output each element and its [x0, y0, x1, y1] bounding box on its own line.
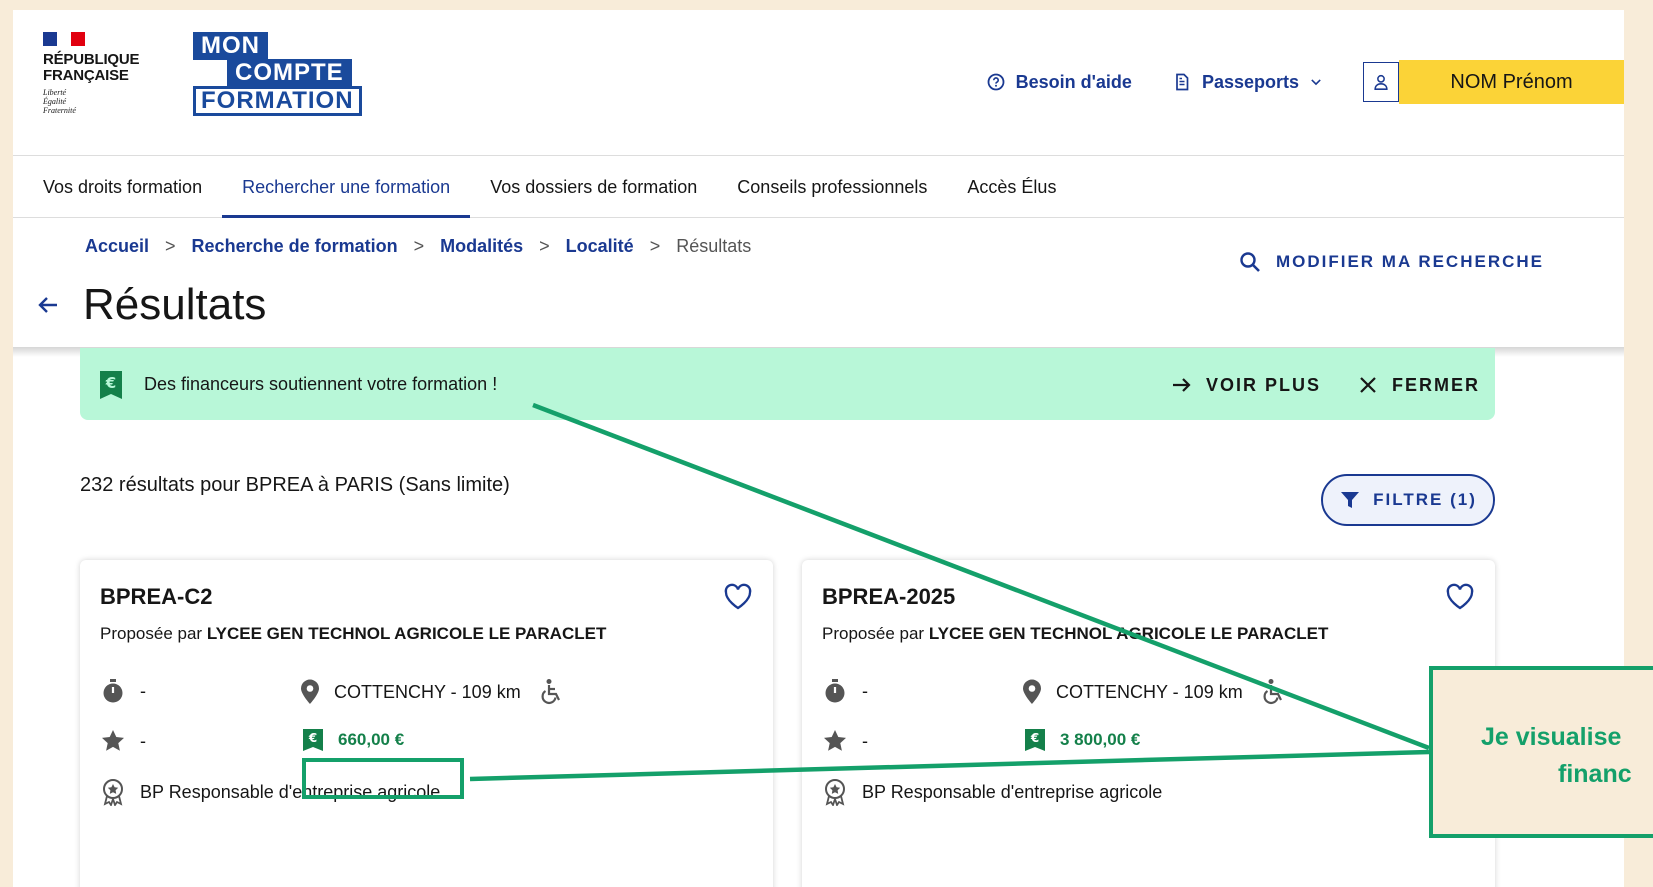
nav-rechercher-formation[interactable]: Rechercher une formation [222, 156, 471, 218]
filter-icon [1341, 492, 1360, 508]
card-title[interactable]: BPREA-C2 [100, 584, 212, 610]
certificate-icon [103, 779, 123, 806]
euro-badge-icon: € [303, 729, 323, 751]
stopwatch-icon [103, 679, 123, 703]
breadcrumb: Accueil > Recherche de formation > Modal… [85, 236, 751, 257]
help-icon [987, 73, 1005, 91]
heart-icon[interactable] [723, 582, 753, 612]
chevron-right-icon: > [649, 236, 661, 256]
nav-conseils[interactable]: Conseils professionnels [717, 156, 947, 217]
card-location: COTTENCHY - 109 km [298, 678, 563, 706]
fermer-button[interactable]: FERMER [1356, 373, 1480, 397]
nav-vos-dossiers[interactable]: Vos dossiers de formation [470, 156, 717, 217]
card-provider: Proposée par LYCEE GEN TECHNOL AGRICOLE … [100, 624, 607, 643]
breadcrumb-accueil[interactable]: Accueil [85, 236, 149, 257]
card-price: € 660,00 € [302, 728, 404, 752]
star-icon [102, 730, 124, 751]
close-icon [1360, 377, 1376, 393]
breadcrumb-resultats: Résultats [676, 236, 752, 256]
chevron-right-icon: > [539, 236, 550, 256]
help-link[interactable]: Besoin d'aide [986, 72, 1132, 93]
document-icon [1176, 73, 1189, 91]
funding-banner: € Des financeurs soutiennent votre forma… [80, 348, 1495, 420]
main-nav: Vos droits formation Rechercher une form… [13, 156, 1624, 218]
nav-vos-droits[interactable]: Vos droits formation [23, 156, 222, 217]
certificate-icon [825, 779, 845, 806]
price-highlight-box [302, 758, 464, 799]
card-location: COTTENCHY - 109 km [1020, 678, 1285, 706]
mon-compte-formation-logo[interactable]: MON COMPTE FORMATION [193, 32, 368, 120]
breadcrumb-localite[interactable]: Localité [566, 236, 634, 257]
banner-text: Des financeurs soutiennent votre formati… [144, 374, 498, 394]
svg-text:€: € [308, 731, 317, 745]
header-links: Besoin d'aide Passeports NOM Prénom [986, 60, 1624, 104]
formation-card[interactable]: BPREA-C2 Proposée par LYCEE GEN TECHNOL … [80, 560, 773, 887]
breadcrumb-recherche[interactable]: Recherche de formation [192, 236, 398, 257]
card-price: € 3 800,00 € [1024, 728, 1140, 752]
card-duration: - [822, 678, 868, 704]
filter-button[interactable]: FILTRE (1) [1321, 474, 1495, 526]
annotation-callout: Je visualise financ [1429, 666, 1653, 838]
passports-menu[interactable]: Passeports [1172, 72, 1323, 93]
modify-search-button[interactable]: MODIFIER MA RECHERCHE [1238, 250, 1544, 274]
arrow-right-icon [1173, 378, 1191, 392]
card-rating: - [822, 728, 868, 754]
chevron-down-icon [1311, 79, 1321, 86]
site-header: RÉPUBLIQUE FRANÇAISE Liberté Égalité Fra… [13, 10, 1624, 156]
annotation-text-1: Je visualise [1481, 723, 1622, 751]
motto: Liberté Égalité Fraternité [43, 88, 76, 115]
republique-name: RÉPUBLIQUE FRANÇAISE [43, 51, 140, 84]
annotation-text-2: financ [1558, 760, 1632, 788]
card-duration: - [100, 678, 146, 704]
formation-card[interactable]: BPREA-2025 Proposée par LYCEE GEN TECHNO… [802, 560, 1495, 887]
card-certification: BP Responsable d'entreprise agricole [822, 778, 1162, 806]
svg-text:€: € [1030, 731, 1039, 745]
chevron-right-icon: > [165, 236, 176, 256]
browser-page: RÉPUBLIQUE FRANÇAISE Liberté Égalité Fra… [13, 10, 1624, 887]
location-pin-icon [301, 679, 319, 704]
card-rating: - [100, 728, 146, 754]
user-icon [1374, 74, 1388, 90]
stopwatch-icon [825, 679, 845, 703]
arrow-left-icon[interactable] [33, 290, 63, 320]
user-name-label[interactable]: NOM Prénom [1399, 60, 1624, 104]
wheelchair-icon [541, 679, 560, 704]
euro-badge-icon: € [1025, 729, 1045, 751]
euro-badge-icon: € [100, 371, 122, 399]
breadcrumb-modalites[interactable]: Modalités [440, 236, 523, 257]
wheelchair-icon [1263, 679, 1282, 704]
nav-acces-elus[interactable]: Accès Élus [947, 156, 1076, 217]
title-row: Résultats [33, 280, 266, 330]
french-flag-icon [43, 32, 85, 46]
search-icon [1240, 252, 1260, 272]
card-provider: Proposée par LYCEE GEN TECHNOL AGRICOLE … [822, 624, 1329, 643]
location-pin-icon [1023, 679, 1041, 704]
account-button[interactable] [1363, 62, 1399, 102]
results-count: 232 résultats pour BPREA à PARIS (Sans l… [80, 474, 510, 496]
page-title: Résultats [83, 280, 267, 329]
svg-text:€: € [105, 374, 116, 392]
heart-icon[interactable] [1445, 582, 1475, 612]
card-title[interactable]: BPREA-2025 [822, 584, 955, 610]
star-icon [824, 730, 846, 751]
republique-francaise-logo: RÉPUBLIQUE FRANÇAISE Liberté Égalité Fra… [43, 32, 140, 115]
chevron-right-icon: > [413, 236, 425, 256]
voir-plus-button[interactable]: VOIR PLUS [1170, 373, 1321, 397]
